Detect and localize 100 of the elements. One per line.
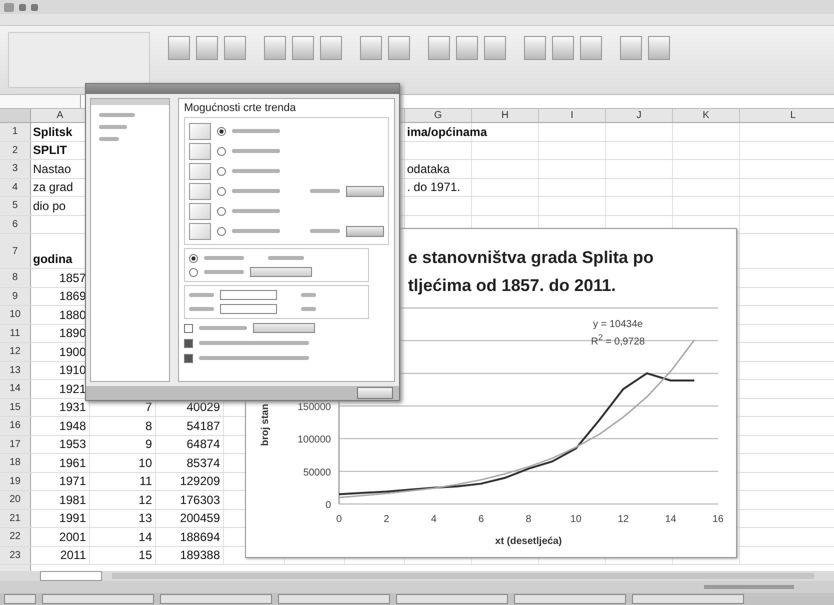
table-cell: 1921	[59, 382, 86, 396]
table-cell: godina	[33, 252, 72, 266]
input-field[interactable]	[220, 290, 277, 300]
table-cell: 176303	[180, 492, 220, 507]
row-number[interactable]: 7	[0, 234, 31, 268]
row-number[interactable]: 9	[0, 288, 31, 305]
row-number[interactable]: 23	[0, 546, 31, 564]
row-number[interactable]: 17	[0, 436, 31, 453]
column-header[interactable]: K	[702, 110, 710, 121]
x-tick-label: 14	[665, 514, 676, 525]
taskbar-button[interactable]	[396, 594, 508, 604]
table-cell: 15	[138, 548, 152, 562]
row-number[interactable]: 21	[0, 510, 31, 527]
column-header[interactable]: L	[790, 110, 796, 121]
taskbar-button[interactable]	[160, 594, 272, 604]
taskbar-button[interactable]	[632, 594, 744, 604]
checkbox[interactable]	[184, 354, 193, 362]
taskbar-button[interactable]	[278, 594, 390, 604]
option-label	[199, 326, 247, 330]
row-number[interactable]: 15	[0, 398, 31, 416]
app-icon[interactable]	[4, 2, 14, 12]
row-number[interactable]: 14	[0, 380, 31, 398]
row-number[interactable]: 10	[0, 306, 31, 324]
radio-button[interactable]	[217, 166, 226, 176]
column-header[interactable]: A	[56, 110, 64, 121]
option-label	[189, 307, 214, 311]
table-cell: 9	[145, 437, 152, 452]
row-number[interactable]: 2	[0, 142, 31, 159]
checkbox[interactable]	[184, 324, 193, 332]
radio-button[interactable]	[189, 254, 198, 262]
row-number[interactable]: 18	[0, 454, 31, 472]
checkbox[interactable]	[184, 338, 193, 348]
table-cell: 7	[145, 400, 152, 414]
start-button[interactable]	[4, 594, 36, 604]
radio-button[interactable]	[217, 226, 226, 236]
table-cell: 1900	[59, 344, 86, 359]
input-field[interactable]	[250, 267, 312, 277]
table-cell: 1961	[59, 456, 86, 470]
table-cell: Splitsk	[33, 124, 72, 139]
nav-item[interactable]	[99, 125, 127, 129]
y-tick-label: 150000	[298, 402, 331, 413]
radio-button[interactable]	[217, 206, 226, 216]
row-header[interactable]	[0, 565, 31, 571]
radio-button[interactable]	[189, 268, 198, 276]
option-label	[232, 169, 280, 173]
x-tick-label: 8	[526, 514, 532, 525]
row-number[interactable]: 19	[0, 472, 31, 490]
table-cell: 200459	[180, 511, 220, 526]
select-all-corner[interactable]	[0, 109, 31, 122]
column-header[interactable]: H	[501, 110, 509, 121]
row-number[interactable]: 4	[0, 178, 31, 196]
column-header[interactable]: I	[570, 110, 574, 121]
option-label	[310, 189, 340, 193]
taskbar-button[interactable]	[514, 594, 626, 604]
radio-button[interactable]	[217, 186, 226, 196]
table-cell: 1857	[59, 270, 86, 285]
column-header[interactable]: G	[434, 110, 442, 121]
taskbar-button[interactable]	[42, 594, 154, 604]
table-cell: 2001	[59, 530, 86, 544]
row-number[interactable]: 3	[0, 160, 31, 178]
column-header[interactable]: J	[636, 110, 642, 121]
x-tick-label: 6	[478, 514, 484, 525]
row-number[interactable]: 6	[0, 216, 31, 233]
row-number[interactable]: 22	[0, 528, 31, 546]
x-axis-title: xt (desetljeća)	[495, 536, 562, 547]
x-tick-label: 0	[336, 514, 342, 525]
row-number[interactable]: 20	[0, 491, 31, 508]
table-cell: odataka	[407, 162, 450, 176]
radio-button[interactable]	[217, 126, 226, 136]
nav-item[interactable]	[99, 137, 119, 141]
row-number[interactable]: 13	[0, 362, 31, 379]
table-cell: 13	[138, 511, 152, 526]
row-number[interactable]: 1	[0, 123, 31, 140]
row-number[interactable]: 11	[0, 324, 31, 342]
close-button[interactable]	[357, 387, 393, 399]
table-cell: 12	[138, 492, 152, 507]
spin-field[interactable]	[346, 186, 384, 196]
radio-button[interactable]	[217, 146, 226, 156]
sheet-tab[interactable]	[40, 571, 102, 581]
table-cell: 1880	[59, 308, 86, 322]
table-cell: 10	[138, 456, 152, 470]
table-cell: 1991	[59, 511, 86, 526]
option-label	[232, 129, 280, 133]
option-label	[301, 307, 316, 311]
table-cell: 129209	[180, 474, 220, 488]
row-number[interactable]: 8	[0, 269, 31, 286]
table-cell: 40029	[186, 400, 220, 414]
spin-field[interactable]	[346, 226, 384, 236]
table-cell: SPLIT	[33, 143, 68, 158]
nav-item[interactable]	[99, 113, 135, 117]
row-number[interactable]: 12	[0, 343, 31, 360]
table-cell: 1869	[59, 289, 86, 304]
chart-title: e stanovništva grada Splita po	[408, 248, 654, 267]
input-field[interactable]	[220, 304, 277, 314]
table-cell: za grad	[33, 180, 74, 194]
row-number[interactable]: 5	[0, 197, 31, 214]
option-label	[232, 229, 280, 233]
input-field[interactable]	[253, 323, 315, 333]
table-cell: 1931	[59, 400, 86, 414]
row-number[interactable]: 16	[0, 417, 31, 434]
